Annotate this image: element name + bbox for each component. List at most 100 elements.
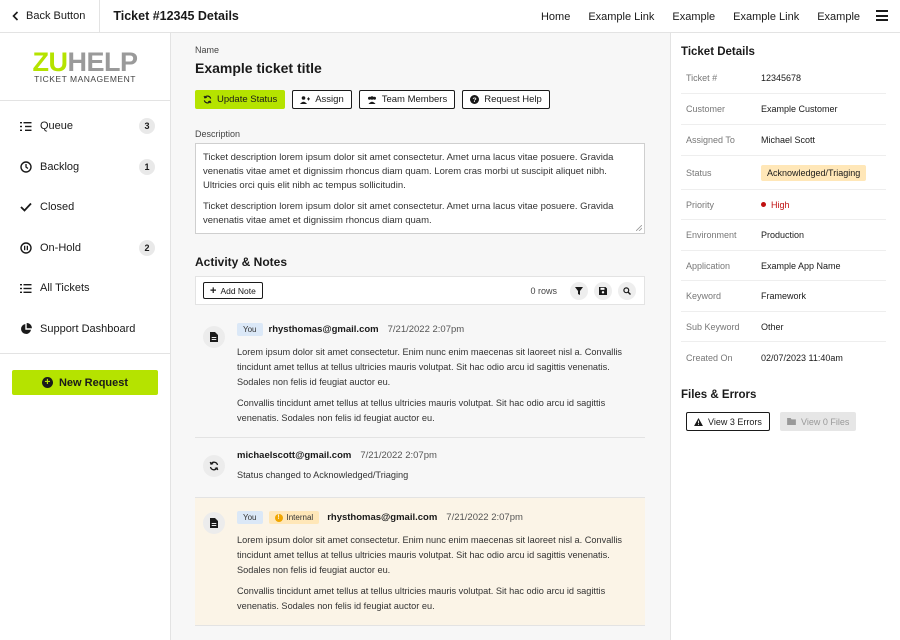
- resize-handle-icon[interactable]: [636, 225, 642, 231]
- detail-row-status: Status Acknowledged/Triaging: [681, 156, 886, 190]
- entry-body: Lorem ipsum dolor sit amet consectetur. …: [237, 533, 632, 620]
- top-nav: Home Example Link Example Example Link E…: [523, 0, 860, 33]
- nav-link-example-2[interactable]: Example: [817, 11, 860, 23]
- detail-value: Other: [761, 321, 784, 332]
- sidebar: ZUHELP TICKET MANAGEMENT Queue 3 Backlog…: [0, 33, 171, 640]
- logo: ZUHELP TICKET MANAGEMENT: [0, 33, 170, 101]
- nav-link-home[interactable]: Home: [541, 11, 570, 23]
- chevron-left-icon: [12, 11, 19, 21]
- detail-label: Created On: [686, 352, 733, 363]
- priority-dot-icon: [761, 202, 766, 207]
- search-icon[interactable]: [618, 281, 636, 300]
- sidebar-item-label: All Tickets: [40, 282, 90, 295]
- request-help-button[interactable]: ? Request Help: [462, 90, 550, 109]
- description-paragraph: Ticket description lorem ipsum dolor sit…: [203, 152, 614, 191]
- sidebar-nav: Queue 3 Backlog 1 Closed On-Hold 2 All T…: [0, 101, 170, 354]
- entry-author-email: rhysthomas@gmail.com: [268, 324, 379, 335]
- internal-tag: ! Internal: [268, 511, 320, 524]
- name-label: Name: [195, 45, 220, 55]
- activity-entry-internal: You ! Internal rhysthomas@gmail.com 7/21/…: [195, 498, 645, 626]
- detail-label: Ticket #: [686, 73, 718, 83]
- description-textarea[interactable]: Ticket description lorem ipsum dolor sit…: [195, 143, 645, 234]
- detail-value: Production: [761, 230, 805, 240]
- hamburger-menu-icon[interactable]: [876, 10, 888, 21]
- check-icon: [19, 201, 32, 214]
- logo-subtitle: TICKET MANAGEMENT: [34, 73, 136, 84]
- nav-link-example-link-1[interactable]: Example Link: [588, 11, 654, 23]
- ticket-title: Example ticket title: [195, 60, 322, 76]
- view-files-label: View 0 Files: [801, 416, 850, 427]
- sidebar-item-label: On-Hold: [40, 241, 81, 254]
- assign-button[interactable]: Assign: [292, 90, 352, 109]
- sidebar-item-queue[interactable]: Queue 3: [0, 106, 170, 147]
- page-title: Ticket #12345 Details: [113, 9, 239, 23]
- plus-icon: +: [210, 284, 217, 297]
- nav-link-example-1[interactable]: Example: [672, 11, 715, 23]
- detail-row-priority: Priority High: [681, 190, 886, 220]
- entry-date: 7/21/2022 2:07pm: [387, 324, 465, 335]
- entry-paragraph: Convallis tincidunt amet tellus at tellu…: [237, 586, 606, 611]
- entry-header: michaelscott@gmail.com 7/21/2022 2:07pm: [237, 450, 437, 461]
- list-icon: [19, 282, 32, 295]
- entry-header: You rhysthomas@gmail.com 7/21/2022 2:07p…: [237, 323, 464, 336]
- status-badge: Acknowledged/Triaging: [761, 164, 867, 181]
- you-tag: You: [237, 511, 263, 524]
- logo-help: HELP: [67, 46, 138, 77]
- add-note-label: Add Note: [220, 285, 256, 296]
- detail-value: 02/07/2023 11:40am: [761, 352, 843, 363]
- detail-row-ticket-number: Ticket # 12345678: [681, 63, 886, 94]
- detail-value: Example App Name: [761, 260, 841, 271]
- nav-link-example-link-2[interactable]: Example Link: [733, 11, 799, 23]
- team-members-button[interactable]: Team Members: [358, 90, 456, 109]
- entry-date: 7/21/2022 2:07pm: [446, 512, 523, 523]
- detail-row-customer: Customer Example Customer: [681, 94, 886, 125]
- detail-label: Application: [686, 260, 731, 271]
- back-button[interactable]: Back Button: [0, 0, 101, 33]
- detail-row-created-on: Created On 02/07/2023 11:40am: [681, 342, 886, 373]
- detail-label: Sub Keyword: [686, 321, 740, 332]
- detail-row-sub-keyword: Sub Keyword Other: [681, 312, 886, 342]
- sidebar-item-support-dashboard[interactable]: Support Dashboard: [0, 309, 170, 350]
- detail-label: Status: [686, 167, 712, 178]
- pause-icon: [19, 241, 32, 254]
- new-request-button[interactable]: + New Request: [12, 370, 158, 395]
- entry-body: Lorem ipsum dolor sit amet consectetur. …: [237, 345, 632, 432]
- count-badge: 3: [139, 118, 155, 135]
- add-note-button[interactable]: + Add Note: [203, 282, 263, 299]
- activity-toolbar: + Add Note 0 rows: [195, 276, 645, 305]
- sidebar-item-label: Closed: [40, 201, 75, 214]
- queue-icon: [19, 120, 32, 133]
- view-errors-button[interactable]: View 3 Errors: [686, 412, 770, 431]
- plus-circle-icon: +: [41, 377, 53, 388]
- entry-paragraph: Convallis tincidunt amet tellus at tellu…: [237, 398, 606, 423]
- refresh-icon: [203, 455, 225, 477]
- sidebar-item-all-tickets[interactable]: All Tickets: [0, 268, 170, 309]
- team-members-label: Team Members: [381, 94, 448, 105]
- entry-paragraph: Status changed to Acknowledged/Triaging: [237, 470, 409, 480]
- detail-value: 12345678: [761, 73, 802, 83]
- entry-header: You ! Internal rhysthomas@gmail.com 7/21/…: [237, 511, 523, 524]
- entry-body: Status changed to Acknowledged/Triaging: [237, 468, 632, 489]
- filter-icon[interactable]: [570, 281, 588, 300]
- entry-paragraph: Lorem ipsum dolor sit amet consectetur. …: [237, 535, 623, 575]
- main-content: Name Example ticket title Update Status …: [171, 33, 670, 640]
- update-status-button[interactable]: Update Status: [195, 90, 286, 109]
- description-paragraph: Ticket description lorem ipsum dolor sit…: [203, 201, 614, 226]
- sidebar-item-on-hold[interactable]: On-Hold 2: [0, 228, 170, 269]
- save-icon[interactable]: [594, 281, 612, 300]
- sidebar-item-label: Queue: [40, 120, 74, 133]
- detail-label: Assigned To: [686, 135, 735, 145]
- sidebar-item-closed[interactable]: Closed: [0, 187, 170, 228]
- view-files-button[interactable]: View 0 Files: [780, 412, 857, 431]
- view-errors-label: View 3 Errors: [708, 416, 762, 427]
- sidebar-item-backlog[interactable]: Backlog 1: [0, 147, 170, 188]
- count-badge: 1: [139, 158, 155, 175]
- internal-tag-label: Internal: [286, 513, 314, 522]
- pie-chart-icon: [19, 322, 32, 335]
- assign-label: Assign: [315, 94, 344, 105]
- sidebar-item-label: Support Dashboard: [40, 322, 136, 335]
- detail-value: Example Customer: [761, 104, 838, 114]
- top-bar: Back Button Ticket #12345 Details Home E…: [0, 0, 900, 33]
- entry-author-email: michaelscott@gmail.com: [237, 450, 352, 461]
- rows-count: 0 rows: [530, 285, 557, 296]
